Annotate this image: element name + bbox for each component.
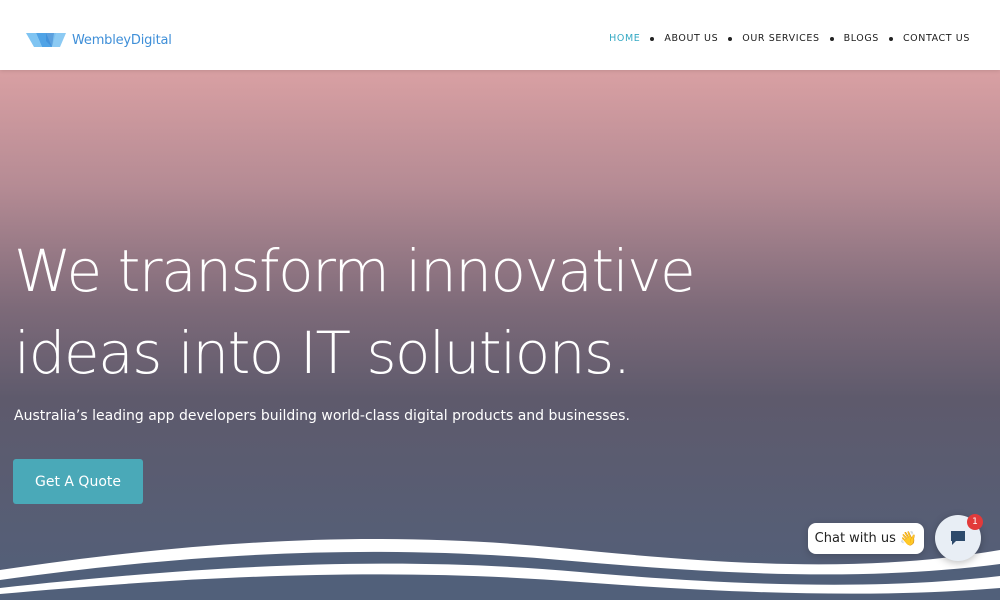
nav-home[interactable]: HOME xyxy=(609,33,640,44)
logo-icon xyxy=(26,33,66,47)
hero-title: We transform innovative ideas into IT so… xyxy=(14,230,696,394)
main-nav: HOME ABOUT US OUR SERVICES BLOGS CONTACT… xyxy=(609,33,970,44)
site-header: WembleyDigital HOME ABOUT US OUR SERVICE… xyxy=(0,0,1000,70)
nav-our-services[interactable]: OUR SERVICES xyxy=(742,33,819,44)
get-a-quote-button[interactable]: Get A Quote xyxy=(13,459,143,504)
hero-title-line: We transform innovative xyxy=(14,237,696,305)
hero-subtitle: Australia’s leading app developers build… xyxy=(14,408,630,424)
waving-hand-icon: 👋 xyxy=(899,530,918,547)
chat-icon xyxy=(951,531,965,545)
logo-text: WembleyDigital xyxy=(72,32,172,48)
nav-about-us[interactable]: ABOUT US xyxy=(664,33,718,44)
nav-separator xyxy=(829,36,834,41)
logo[interactable]: WembleyDigital xyxy=(26,29,172,51)
hero-section: We transform innovative ideas into IT so… xyxy=(0,70,1000,600)
hero-title-line: ideas into IT solutions. xyxy=(14,319,631,387)
nav-separator xyxy=(650,36,655,41)
nav-contact-us[interactable]: CONTACT US xyxy=(903,33,970,44)
notification-badge: 1 xyxy=(967,514,983,530)
nav-blogs[interactable]: BLOGS xyxy=(844,33,879,44)
nav-separator xyxy=(728,36,733,41)
chat-with-us-bubble[interactable]: Chat with us 👋 xyxy=(808,523,924,554)
chat-bubble-text: Chat with us xyxy=(814,531,896,546)
nav-separator xyxy=(888,36,893,41)
